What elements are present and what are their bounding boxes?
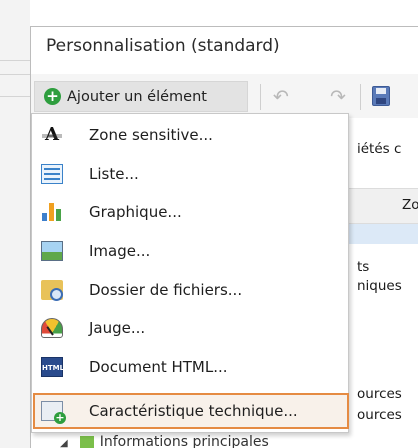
menu-item-liste[interactable]: Liste...: [33, 156, 349, 192]
bg-text-line: ts: [357, 259, 370, 275]
image-icon: [41, 241, 63, 261]
selected-grid-row: [340, 224, 418, 244]
chart-icon: [41, 202, 63, 222]
technical-feature-icon: [41, 401, 66, 424]
menu-item-label: Jauge...: [89, 319, 146, 337]
toolbar-separator: [360, 84, 361, 110]
menu-item-label: Caractéristique technique...: [89, 402, 298, 420]
gauge-icon: [41, 318, 63, 338]
menu-item-label: Image...: [89, 242, 151, 260]
add-element-label: Ajouter un élément: [67, 88, 207, 105]
section-icon: [79, 436, 94, 448]
menu-item-label: Document HTML...: [89, 358, 228, 376]
menu-item-label: Liste...: [89, 165, 139, 183]
redo-icon[interactable]: ↷: [330, 86, 346, 108]
menu-item-label: Graphique...: [89, 203, 182, 221]
add-element-button[interactable]: + Ajouter un élément: [34, 81, 248, 112]
panel-title: Personnalisation (standard): [46, 36, 280, 56]
menu-item-label: Dossier de fichiers...: [89, 281, 243, 299]
folder-search-icon: [41, 280, 63, 301]
tree-row-label: Informations principales: [99, 434, 269, 448]
menu-item-jauge[interactable]: Jauge...: [33, 310, 349, 346]
bg-text-line: ources: [357, 386, 402, 402]
menu-item-dossier-fichiers[interactable]: Dossier de fichiers...: [33, 272, 349, 308]
add-icon: +: [44, 88, 61, 105]
html-document-icon: HTML: [41, 357, 64, 377]
bg-text-line: niques: [357, 278, 402, 294]
expand-arrow-icon[interactable]: ◢: [60, 438, 68, 448]
add-element-menu: A Zone sensitive... Liste... Graphique..…: [31, 113, 349, 433]
list-icon: [41, 164, 63, 184]
column-fragment: Zo: [402, 197, 418, 213]
tree-row[interactable]: ◢ Informations principales: [60, 434, 269, 448]
menu-item-document-html[interactable]: HTML Document HTML...: [33, 349, 349, 385]
menu-item-zone-sensitive[interactable]: A Zone sensitive...: [33, 117, 349, 153]
save-icon[interactable]: [372, 86, 390, 106]
text-zone-icon: A: [41, 125, 63, 145]
bg-text-line: ources: [357, 407, 402, 423]
menu-item-label: Zone sensitive...: [89, 126, 213, 144]
menu-item-image[interactable]: Image...: [33, 233, 349, 269]
left-gutter: [0, 0, 30, 448]
tab-fragment: iétés c: [357, 141, 402, 157]
undo-icon[interactable]: ↶: [273, 86, 289, 108]
menu-item-graphique[interactable]: Graphique...: [33, 194, 349, 230]
toolbar-separator: [260, 84, 261, 110]
menu-item-caracteristique-technique[interactable]: Caractéristique technique...: [33, 393, 349, 429]
